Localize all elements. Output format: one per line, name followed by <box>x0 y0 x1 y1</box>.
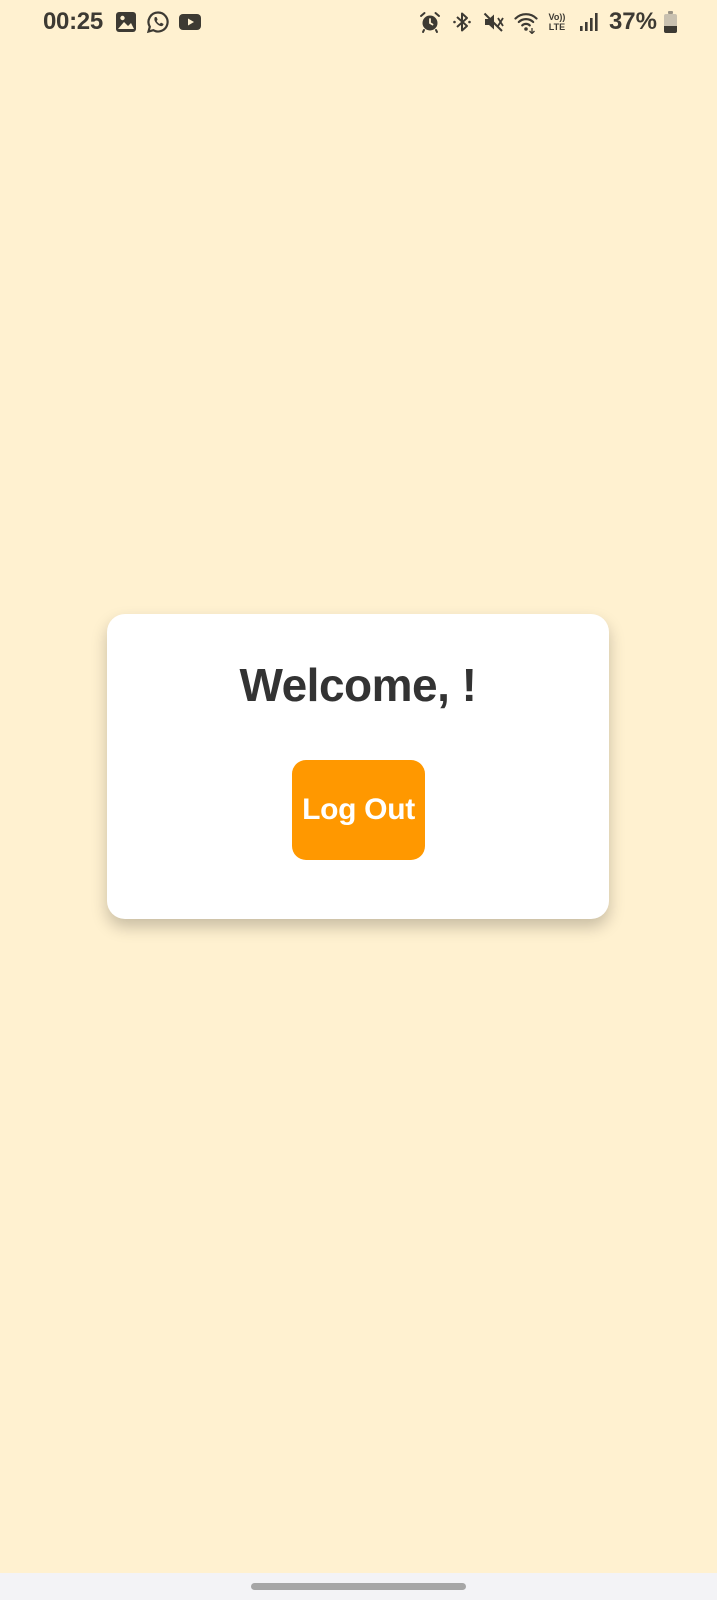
welcome-heading: Welcome, ! <box>239 659 478 711</box>
volte-top-label: Vo)) <box>548 12 566 22</box>
alarm-icon <box>417 9 443 35</box>
status-right: Vo)) LTE 37% <box>417 8 677 36</box>
navigation-bar <box>0 1573 717 1600</box>
mute-icon <box>481 9 507 35</box>
battery-icon <box>664 11 677 33</box>
status-left: 00:25 <box>43 8 203 36</box>
status-time: 00:25 <box>43 8 103 35</box>
whatsapp-icon <box>145 9 171 35</box>
volte-bottom-label: LTE <box>548 22 566 32</box>
home-gesture-handle[interactable] <box>251 1583 466 1590</box>
bluetooth-icon <box>449 9 475 35</box>
signal-icon <box>575 9 601 35</box>
wifi-icon <box>513 9 539 35</box>
youtube-icon <box>177 9 203 35</box>
battery-fill <box>664 25 677 33</box>
status-bar: 00:25 Vo)) LTE 37% <box>0 0 717 48</box>
welcome-card: Welcome, ! Log Out <box>107 614 609 919</box>
gallery-icon <box>113 9 139 35</box>
battery-percent: 37% <box>608 8 657 35</box>
volte-icon: Vo)) LTE <box>545 9 569 35</box>
logout-button[interactable]: Log Out <box>292 760 425 860</box>
